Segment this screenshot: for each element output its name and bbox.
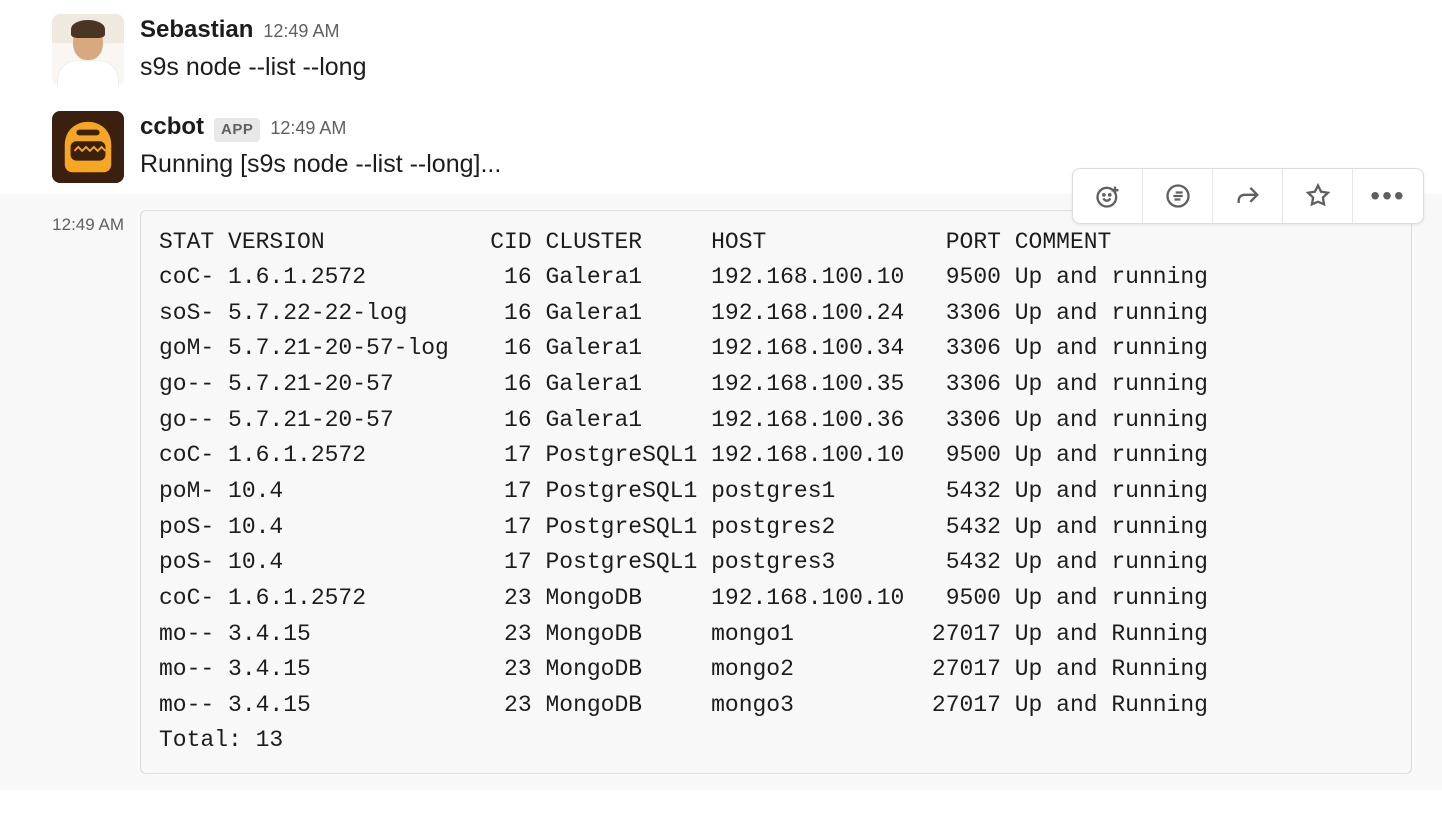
bot-icon [57, 116, 119, 178]
avatar[interactable] [52, 14, 124, 86]
author-name[interactable]: ccbot [140, 109, 204, 145]
message-timestamp[interactable]: 12:49 AM [263, 18, 339, 45]
message-list: Sebastian 12:49 AM s9s node --list --lon… [0, 0, 1442, 810]
message-timestamp[interactable]: 12:49 AM [52, 206, 124, 238]
add-reaction-button[interactable] [1073, 169, 1143, 223]
message-body: s9s node --list --long [140, 48, 1412, 87]
start-thread-button[interactable] [1143, 169, 1213, 223]
message-action-bar: ••• [1072, 168, 1424, 224]
ellipsis-icon: ••• [1370, 182, 1405, 210]
more-actions-button[interactable]: ••• [1353, 169, 1423, 223]
message-row[interactable]: Sebastian 12:49 AM s9s node --list --lon… [0, 8, 1442, 91]
thread-icon [1164, 182, 1192, 210]
star-icon [1304, 182, 1332, 210]
avatar[interactable] [52, 111, 124, 183]
code-output: STAT VERSION CID CLUSTER HOST PORT COMME… [159, 225, 1393, 760]
author-name[interactable]: Sebastian [140, 12, 253, 48]
smile-plus-icon [1094, 182, 1122, 210]
share-icon [1234, 182, 1262, 210]
code-block[interactable]: STAT VERSION CID CLUSTER HOST PORT COMME… [140, 210, 1412, 775]
save-button[interactable] [1283, 169, 1353, 223]
app-badge: APP [214, 118, 260, 143]
share-button[interactable] [1213, 169, 1283, 223]
message-timestamp[interactable]: 12:49 AM [270, 115, 346, 142]
message-attachment-row[interactable]: ••• 12:49 AM STAT VERSION CID CLUSTER HO… [0, 194, 1442, 791]
